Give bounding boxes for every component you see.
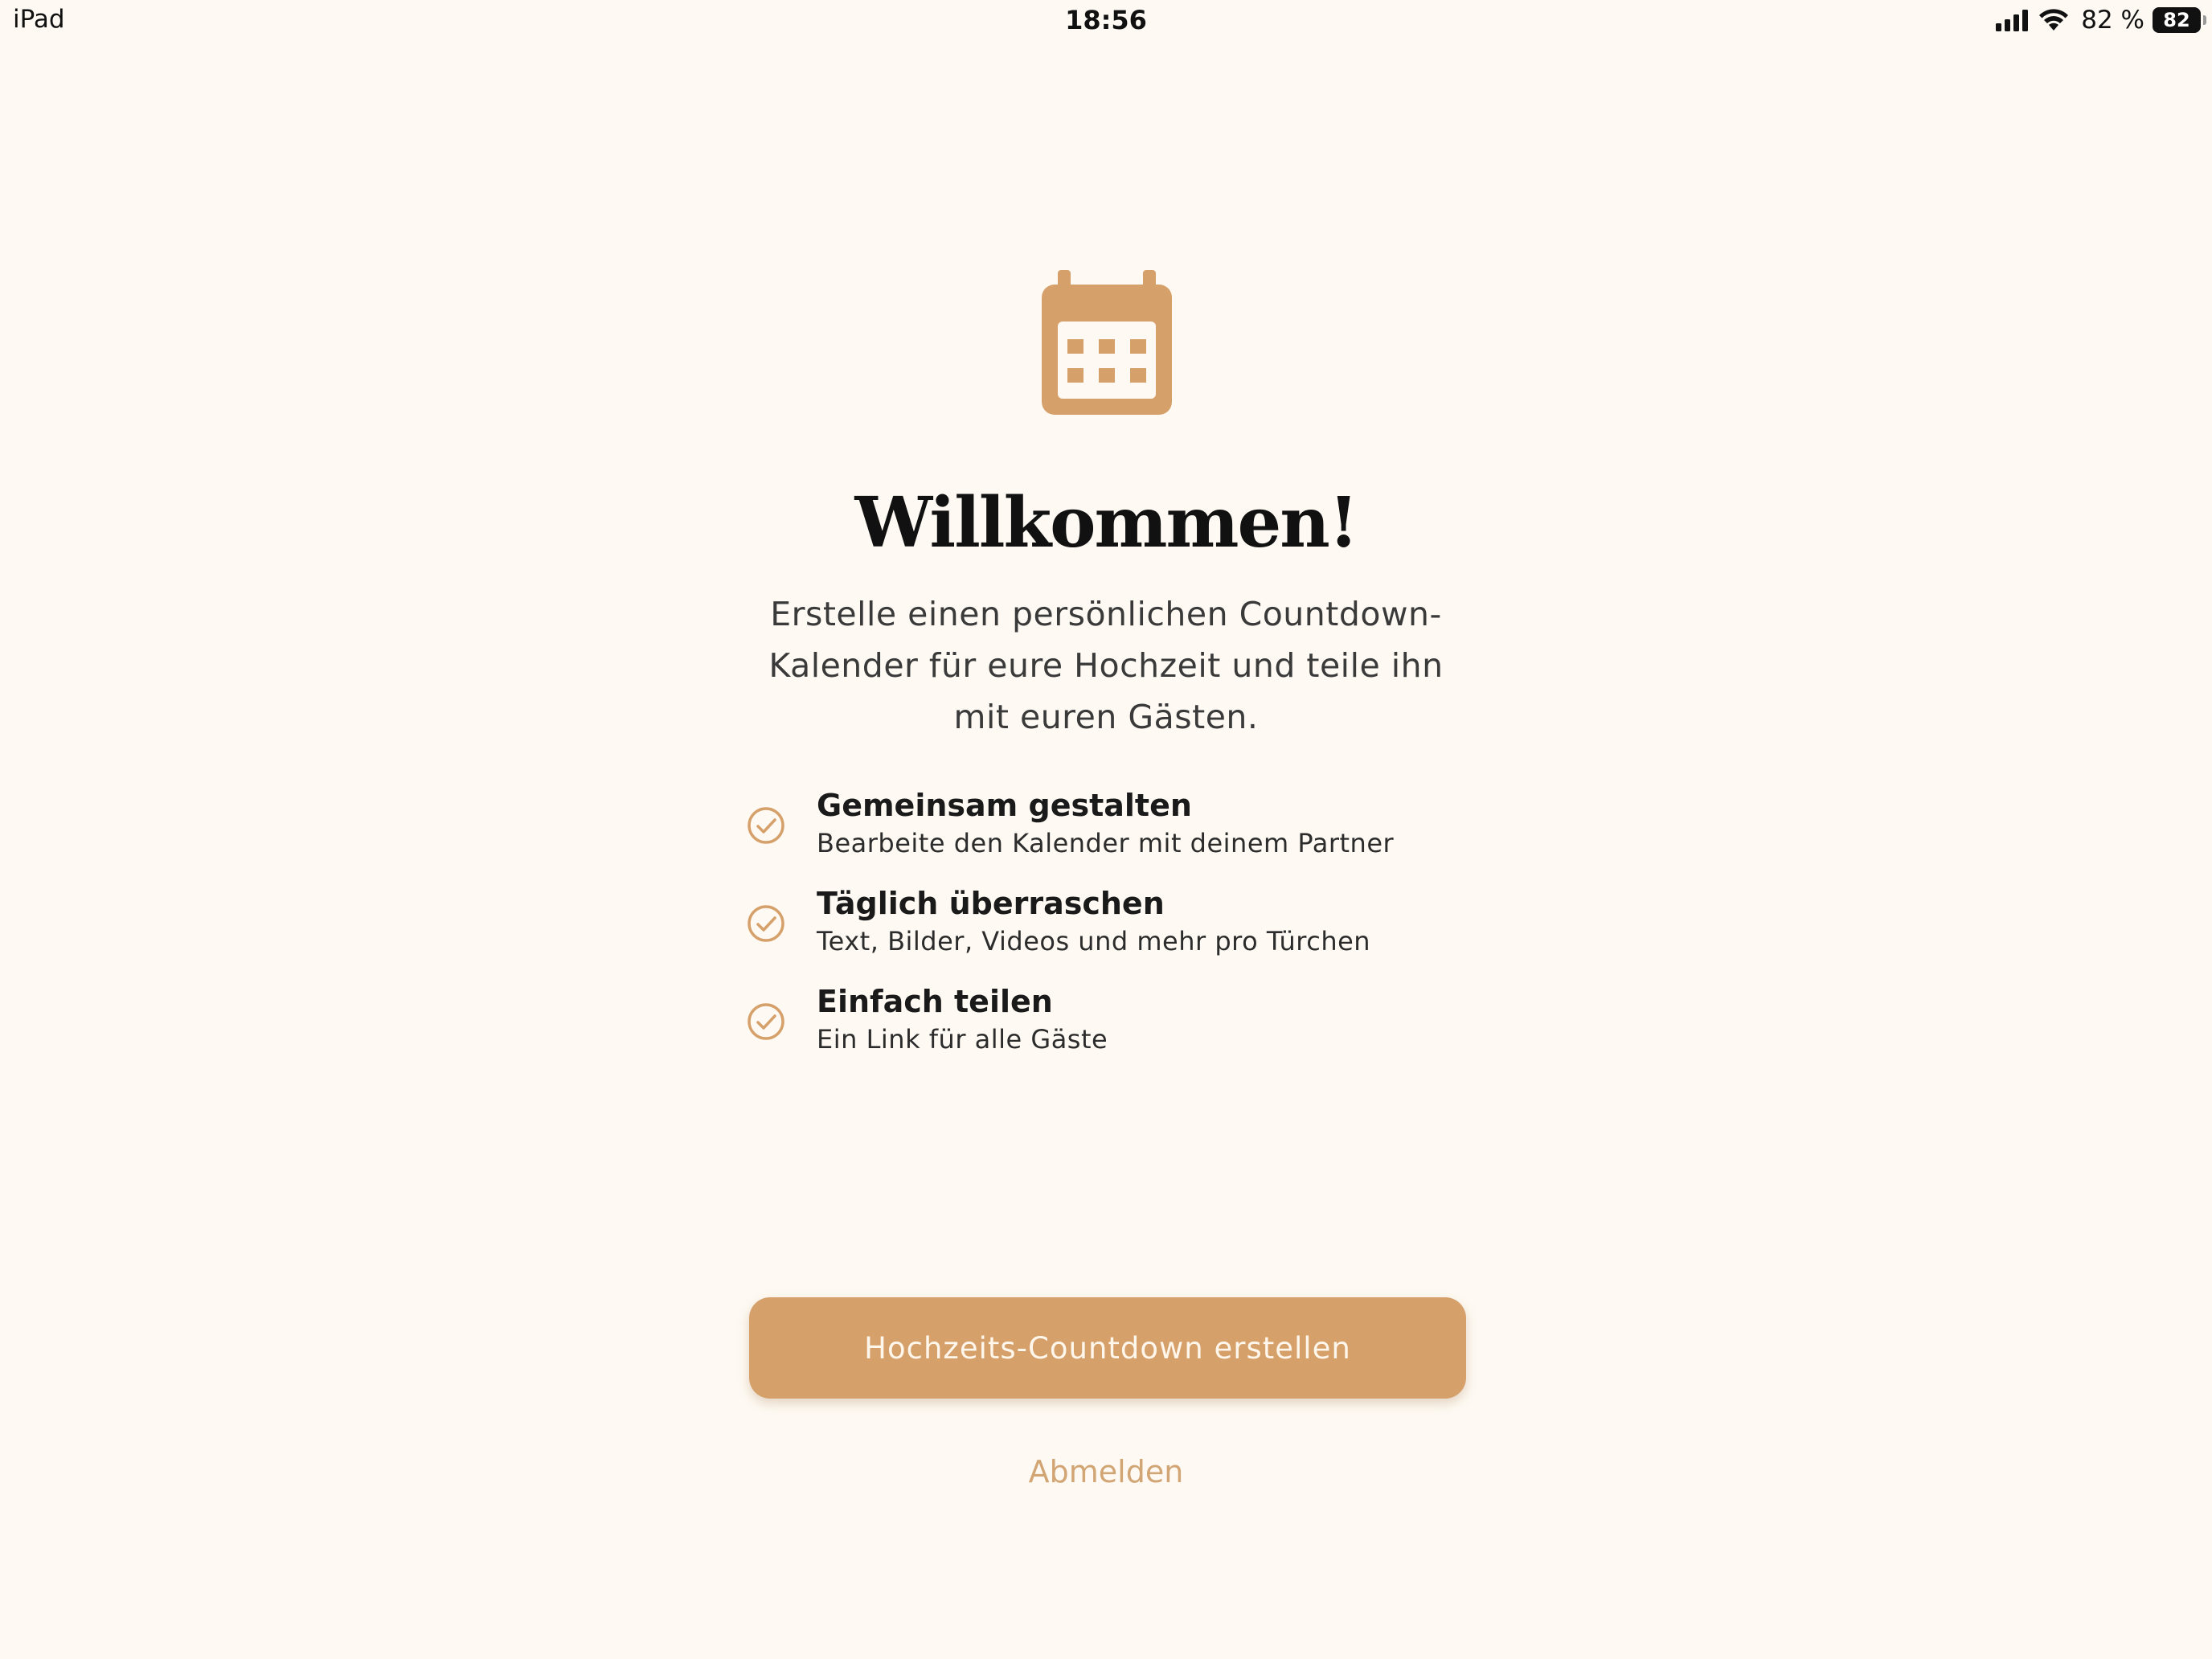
calendar-icon [1042,270,1172,415]
page-subtitle: Erstelle einen persönlichen Countdown-Ka… [768,595,1444,736]
feature-title: Einfach teilen [817,984,1053,1019]
feature-item: Gemeinsam gestalten Bearbeite den Kalend… [746,788,1469,886]
checkmark-circle-icon [748,807,784,844]
status-indicators: 82 % 82 [1996,3,2206,37]
feature-item: Täglich überraschen Text, Bilder, Videos… [746,886,1469,984]
feature-title: Gemeinsam gestalten [817,788,1192,823]
feature-item: Einfach teilen Ein Link für alle Gäste [746,984,1469,1082]
feature-description: Bearbeite den Kalender mit deinem Partne… [817,828,1395,858]
feature-description: Ein Link für alle Gäste [817,1024,1108,1055]
status-bar: iPad 18:56 82 % 82 [0,0,2212,40]
page-title: Willkommen! [854,482,1358,563]
feature-title: Täglich überraschen [817,886,1165,921]
status-time: 18:56 [1065,5,1147,35]
cellular-signal-icon [1996,10,2029,31]
feature-description: Text, Bilder, Videos und mehr pro Türche… [817,926,1371,956]
battery-icon: 82 [2153,7,2206,33]
checkmark-circle-icon [748,1003,784,1040]
logout-button[interactable]: Abmelden [0,1453,2212,1490]
wifi-icon [2039,9,2069,31]
checkmark-circle-icon [748,905,784,942]
battery-level: 82 [2163,9,2190,31]
feature-list: Gemeinsam gestalten Bearbeite den Kalend… [746,788,1469,1082]
create-countdown-button[interactable]: Hochzeits-Countdown erstellen [749,1297,1466,1399]
battery-percent: 82 % [2081,6,2144,35]
